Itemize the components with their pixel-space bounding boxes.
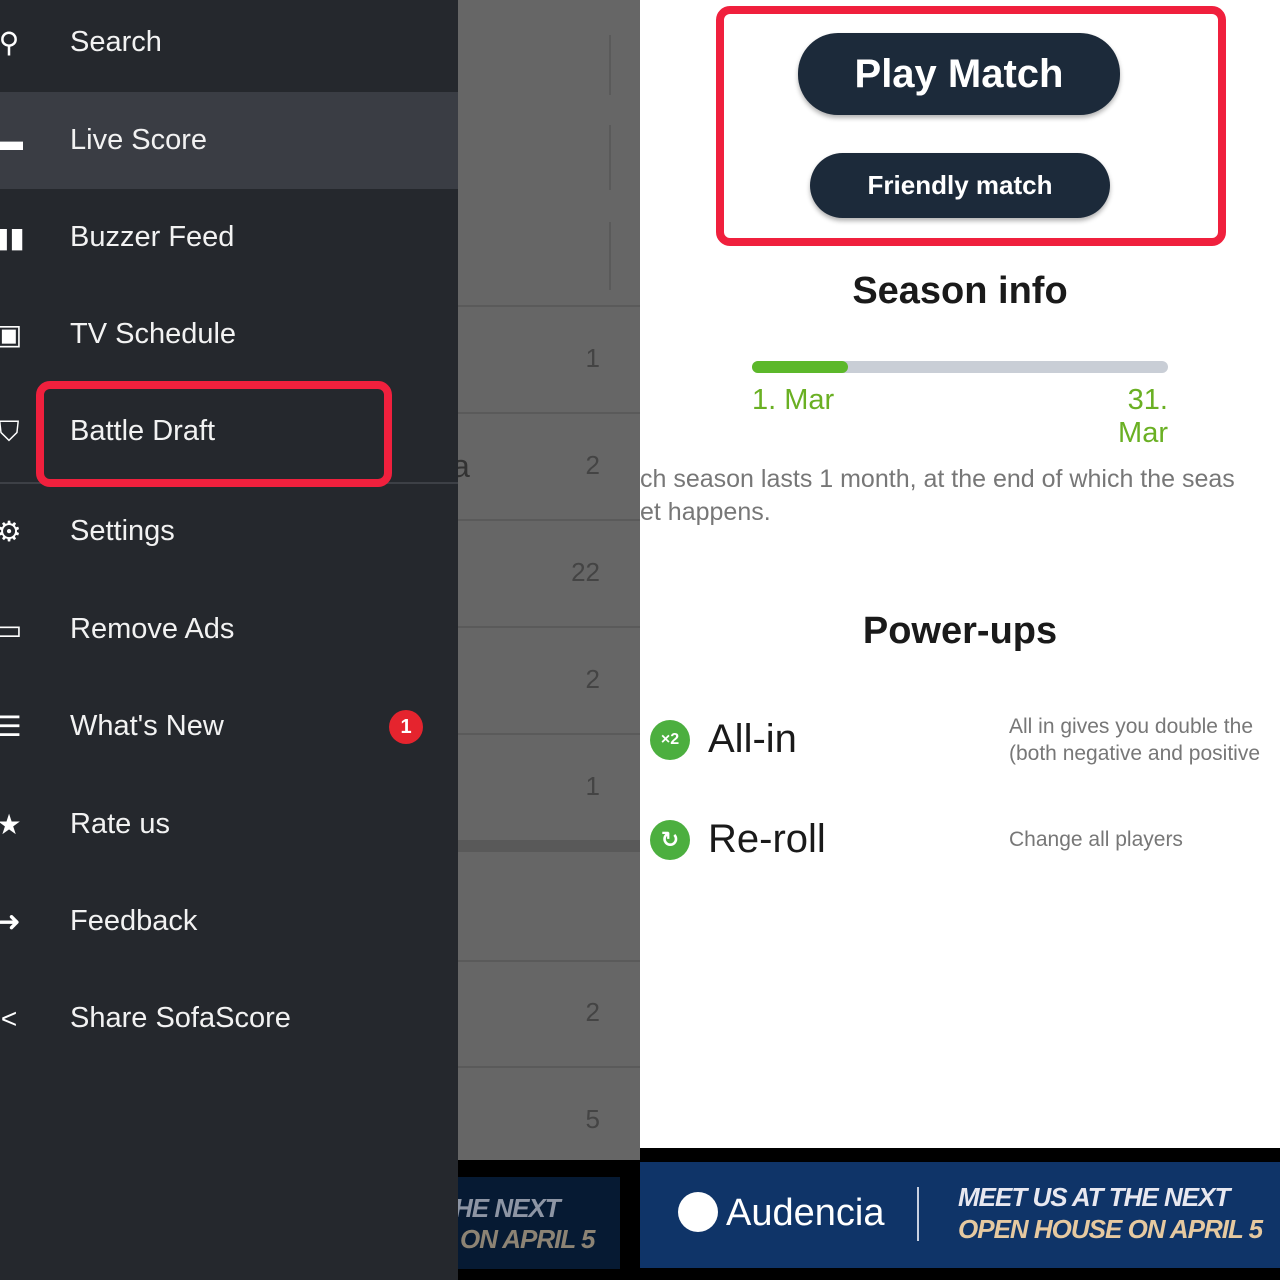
drawer-item-live-score[interactable]: ▬ Live Score <box>0 92 458 189</box>
season-description-2: et happens. <box>640 498 771 526</box>
notification-badge: 1 <box>389 709 423 744</box>
ad-banner-partial[interactable]: HE NEXT ON APRIL 5 <box>458 1177 620 1269</box>
power-ups-title: Power-ups <box>862 610 1058 652</box>
all-in-icon: ×2 <box>650 720 690 760</box>
drawer-item-remove-ads[interactable]: ▭ Remove Ads <box>0 581 458 678</box>
drawer-item-whats-new[interactable]: ☰ What's New 1 <box>0 678 458 775</box>
arrow-right-icon: ➜ <box>0 905 21 937</box>
divider <box>458 733 640 735</box>
battle-draft-icon: ⛉ <box>0 415 20 447</box>
friendly-match-button[interactable]: Friendly match <box>810 153 1110 218</box>
drawer-item-search[interactable]: ⚲ Search <box>0 0 458 91</box>
drawer-item-tv-schedule[interactable]: ▣ TV Schedule <box>0 286 458 383</box>
message-icon: ☰ <box>0 710 22 742</box>
season-start-date: 1. Mar <box>752 384 835 416</box>
list-value: 2 <box>585 450 600 480</box>
section-gap <box>458 840 640 852</box>
list-value: 22 <box>571 557 600 587</box>
season-end-date: 31. Mar <box>1118 384 1168 449</box>
audencia-logo-icon <box>678 1192 718 1232</box>
drawer-item-settings[interactable]: ⚙ Settings <box>0 483 458 580</box>
ad-line-2: OPEN HOUSE ON APRIL 5 <box>958 1214 1263 1244</box>
list-value: 2 <box>585 997 600 1027</box>
card-icon: ▭ <box>0 613 23 645</box>
buzzer-feed-icon: ▮▮ <box>0 221 25 253</box>
battle-draft-screen: Play Match Friendly match Season info 1.… <box>640 0 1280 1280</box>
live-score-icon: ▬ <box>0 124 23 156</box>
ad-brand: Audencia <box>726 1192 885 1234</box>
gear-icon: ⚙ <box>0 515 22 547</box>
list-value: 5 <box>585 1104 600 1134</box>
all-in-description-2: (both negative and positive <box>1009 742 1261 765</box>
divider <box>458 960 640 962</box>
list-value: 2 <box>585 664 600 694</box>
star-icon: ★ <box>0 808 22 840</box>
reroll-description: Change all players <box>1009 828 1183 851</box>
divider <box>609 125 611 190</box>
drawer-item-rate-us[interactable]: ★ Rate us <box>0 776 458 873</box>
left-screenshot: 1 2 a 22 2 1 2 5 HE NEXT ON APRIL 5 ⚲ Se… <box>0 0 640 1280</box>
season-progress-bar <box>752 361 1168 373</box>
divider <box>458 305 640 307</box>
reroll-name: Re-roll <box>708 817 826 861</box>
ad-line-1: MEET US AT THE NEXT <box>958 1182 1230 1212</box>
highlight-box <box>36 381 392 487</box>
drawer-item-buzzer-feed[interactable]: ▮▮ Buzzer Feed <box>0 189 458 286</box>
divider <box>609 222 611 290</box>
season-info-title: Season info <box>852 270 1068 312</box>
share-icon: < <box>0 1002 18 1034</box>
drawer-item-feedback[interactable]: ➜ Feedback <box>0 873 458 970</box>
season-description: ch season lasts 1 month, at the end of w… <box>640 465 1235 493</box>
ad-banner[interactable]: Audencia MEET US AT THE NEXT OPEN HOUSE … <box>640 1162 1280 1268</box>
divider <box>458 412 640 414</box>
season-progress-fill <box>752 361 848 373</box>
navigation-drawer: ⚲ Search ▬ Live Score ▮▮ Buzzer Feed ▣ T… <box>0 0 458 1280</box>
drawer-item-share[interactable]: < Share SofaScore <box>0 970 458 1067</box>
list-value: 1 <box>585 343 600 373</box>
play-match-button[interactable]: Play Match <box>798 33 1120 115</box>
search-icon: ⚲ <box>0 26 20 58</box>
divider <box>609 35 611 95</box>
divider <box>458 1066 640 1068</box>
divider <box>458 519 640 521</box>
tv-icon: ▣ <box>0 318 23 350</box>
list-value: 1 <box>585 771 600 801</box>
divider <box>458 626 640 628</box>
all-in-description: All in gives you double the <box>1009 715 1253 738</box>
reroll-icon: ↻ <box>650 820 690 860</box>
all-in-name: All-in <box>708 717 797 761</box>
